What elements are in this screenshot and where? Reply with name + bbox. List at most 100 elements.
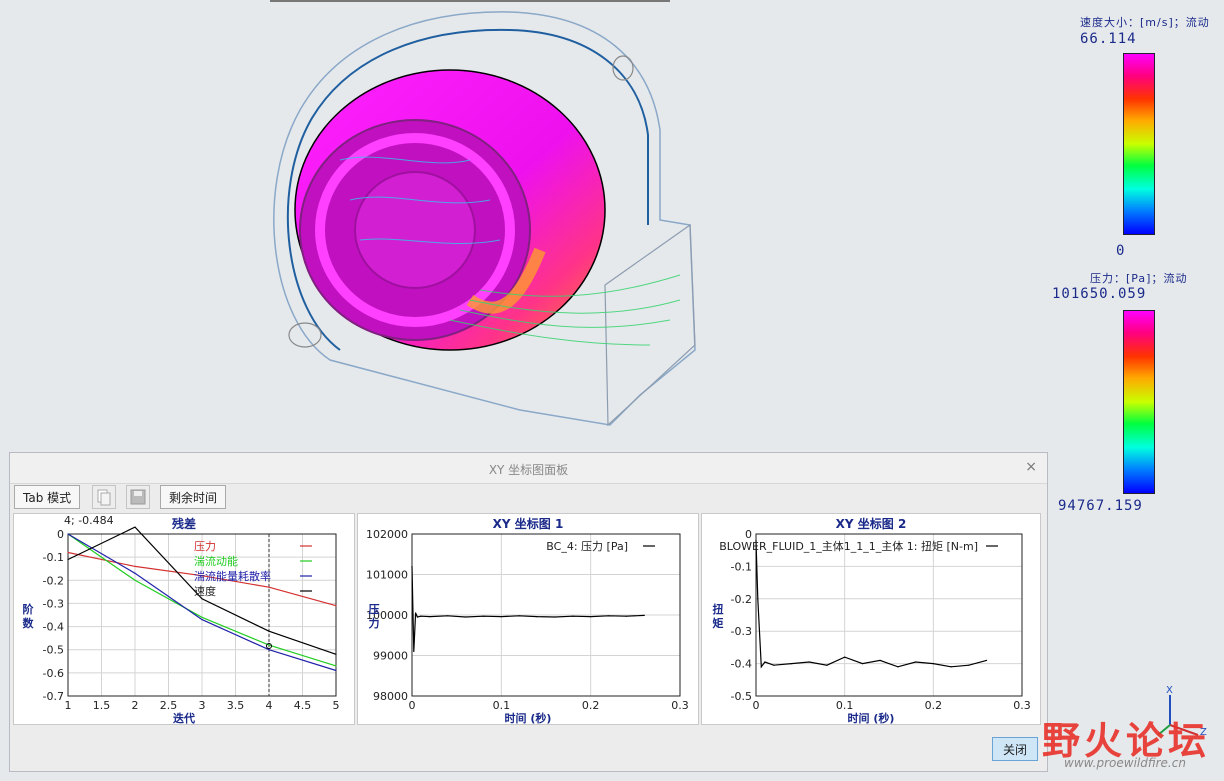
- save-icon[interactable]: [126, 485, 150, 509]
- chart-title: 残差: [172, 516, 196, 531]
- x-axis-label: 迭代: [173, 711, 195, 724]
- data-point: [482, 615, 485, 617]
- close-icon[interactable]: ×: [1025, 459, 1037, 475]
- data-point: [335, 653, 337, 655]
- data-point: [897, 666, 899, 668]
- data-point: [932, 663, 934, 665]
- tab-mode-button[interactable]: Tab 模式: [14, 485, 81, 509]
- xy-chart-1-svg: XY 坐标图 10 0.1 0.2 0.31020001010001000009900…: [366, 516, 689, 725]
- data-point: [950, 666, 952, 668]
- data-point: [985, 659, 988, 661]
- y-axis-label: 矩: [713, 616, 724, 630]
- remaining-time-button[interactable]: 剩余时间: [160, 485, 227, 509]
- data-point: [67, 533, 69, 535]
- data-point: [268, 649, 270, 651]
- x-tick-label: 4: [266, 699, 273, 712]
- data-point: [268, 630, 270, 632]
- forum-watermark: 野火论坛 www.proewildfire.cn: [1042, 710, 1224, 777]
- x-tick-label: 2: [132, 699, 139, 712]
- data-point: [414, 612, 417, 614]
- y-tick-label: -0.4: [731, 658, 752, 671]
- pressure-colorbar: [1123, 310, 1155, 494]
- y-tick-label: -0.5: [731, 690, 752, 703]
- x-axis-label: 时间 (秒): [505, 711, 552, 724]
- data-point: [572, 615, 574, 617]
- velocity-legend-title: 速度大小：[m/s]；流动: [1080, 16, 1210, 29]
- data-point: [411, 565, 413, 567]
- panel-title: XY 坐标图面板: [488, 463, 569, 477]
- data-point: [201, 619, 203, 621]
- watermark-url: www.proewildfire.cn: [1064, 756, 1186, 770]
- plot-frame: [755, 533, 1023, 697]
- legend-entry: BLOWER_FLUID_1_主体1_1_1_主体 1: 扭矩 [N-m]: [719, 539, 978, 553]
- data-point: [67, 551, 69, 554]
- x-tick-label: 0: [409, 699, 416, 712]
- x-tick-label: 0.1: [493, 699, 511, 712]
- data-point: [518, 615, 520, 617]
- data-point: [429, 616, 431, 618]
- legend-entry: 速度: [194, 584, 216, 598]
- x-tick-label: 0.1: [836, 699, 854, 712]
- x-tick-label: 3: [199, 699, 206, 712]
- chart-title: XY 坐标图 1: [493, 516, 564, 531]
- residual-chart: 残差 4; -0.484 1 1.5 2 2.5 3 3.5 4 4.5 5 0 -0.1 -0.2 -0.…: [13, 513, 355, 725]
- xy-plot-panel: XY 坐标图面板 × Tab 模式 剩余时间 残差 4; -0.484 1 1.5 2 2…: [9, 452, 1048, 772]
- y-tick-label: 0: [57, 528, 64, 541]
- data-point: [625, 615, 627, 617]
- y-tick-label: 102000: [366, 528, 408, 541]
- data-point: [760, 666, 762, 668]
- x-tick-label: 0.3: [1013, 699, 1031, 712]
- data-point: [826, 664, 828, 666]
- data-point: [590, 616, 592, 618]
- x-tick-label: 1: [65, 699, 72, 712]
- data-point: [268, 586, 270, 588]
- x-tick-label: 5: [333, 699, 340, 712]
- data-point: [420, 615, 422, 617]
- residual-chart-svg: 残差 4; -0.484 1 1.5 2 2.5 3 3.5 4 4.5 5 0 -0.1 -0.2 -0.…: [23, 514, 340, 725]
- legend-entry: BC_4: 压力 [Pa]: [546, 540, 628, 553]
- x-tick-label: 3.5: [227, 699, 245, 712]
- x-tick-label: 2.5: [160, 699, 178, 712]
- data-point: [764, 661, 766, 663]
- data-point: [134, 579, 136, 581]
- y-tick-label: -0.1: [43, 551, 64, 564]
- x-tick-label: 1.5: [93, 699, 111, 712]
- panel-titlebar[interactable]: XY 坐标图面板 ×: [10, 453, 1047, 484]
- y-tick-label: -0.5: [43, 644, 64, 657]
- data-point: [134, 565, 136, 567]
- y-axis-label: 阶: [23, 602, 35, 616]
- data-point: [416, 616, 418, 618]
- pressure-legend-max: 101650.059: [1052, 286, 1147, 302]
- pressure-legend-title: 压力：[Pa]；流动: [1090, 272, 1188, 285]
- chart-title: XY 坐标图 2: [836, 516, 907, 531]
- data-point: [465, 616, 467, 618]
- data-point: [536, 616, 538, 618]
- x-tick-label: 4.5: [294, 699, 312, 712]
- pressure-legend-min: 94767.159: [1058, 498, 1143, 514]
- data-point: [201, 598, 203, 600]
- x-tick-label: 0.2: [582, 699, 600, 712]
- data-point: [447, 615, 449, 617]
- y-axis-label: 扭: [713, 602, 724, 616]
- xy-chart-2: XY 坐标图 2 0 0.1 0.2 0.3 0 -0.1 -0.2 -0.3 -0.4 -0.5 时…: [701, 513, 1041, 725]
- data-point: [643, 614, 645, 617]
- copy-icon[interactable]: [92, 485, 116, 509]
- y-tick-label: -0.2: [43, 574, 64, 587]
- y-axis-label: 压: [369, 602, 380, 616]
- close-button[interactable]: 关闭: [992, 737, 1038, 761]
- data-point: [844, 656, 846, 658]
- data-point: [554, 616, 556, 618]
- x-tick-label: 0: [753, 699, 760, 712]
- y-tick-label: -0.1: [731, 560, 752, 573]
- data-point: [968, 664, 970, 666]
- y-tick-label: 101000: [366, 569, 408, 582]
- data-point: [335, 605, 337, 607]
- data-point: [861, 663, 863, 665]
- data-point: [335, 665, 337, 667]
- data-point: [790, 663, 793, 665]
- triad-x-label: X: [1166, 685, 1173, 696]
- data-point: [773, 664, 775, 666]
- data-point: [500, 616, 502, 618]
- y-axis-label: 力: [369, 616, 380, 630]
- y-tick-label: 98000: [373, 690, 408, 703]
